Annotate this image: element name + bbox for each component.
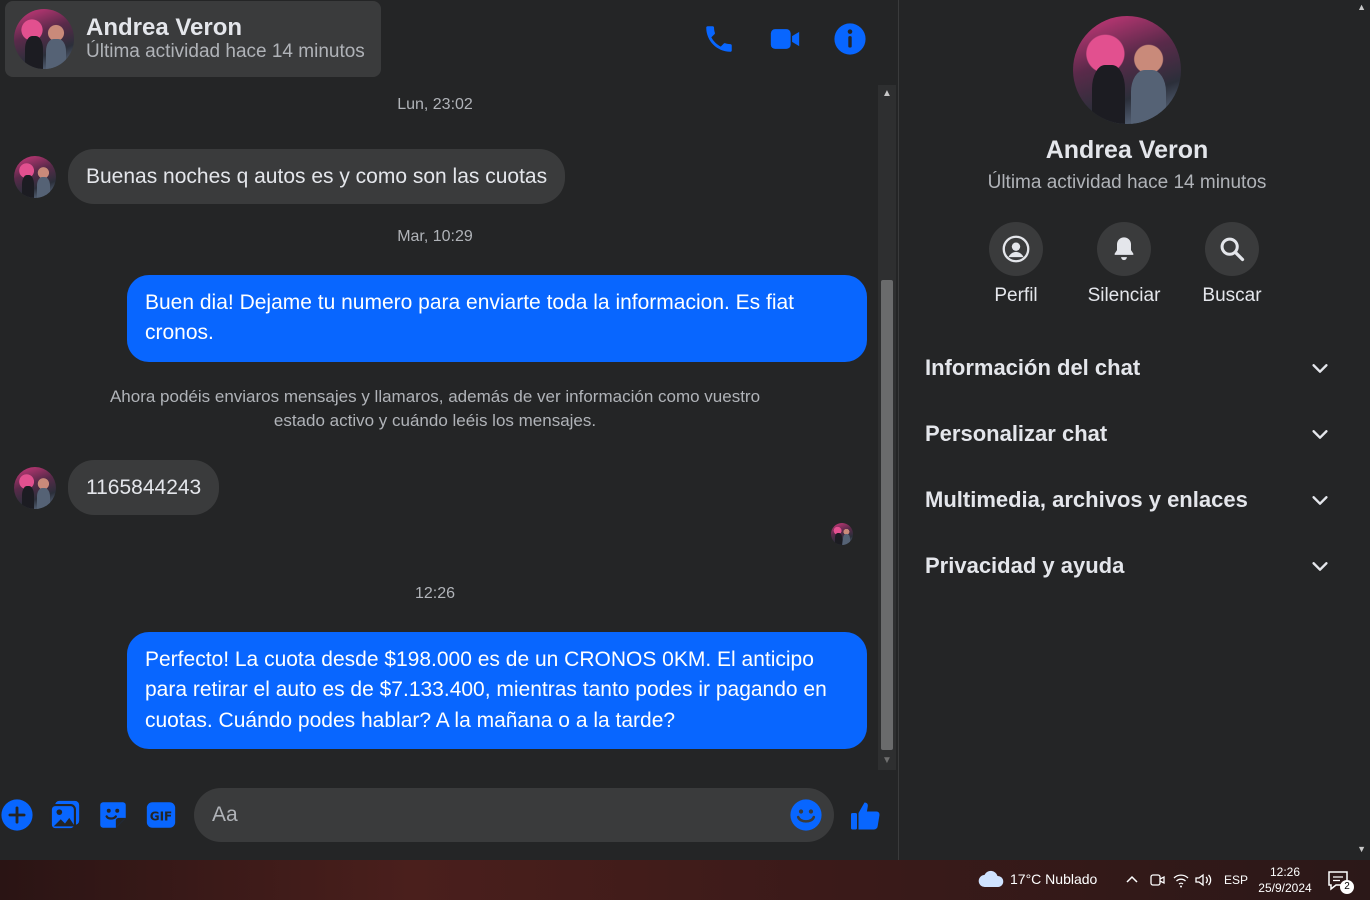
- seen-indicator-avatar: [831, 523, 853, 545]
- chevron-down-icon: [1312, 496, 1328, 505]
- contact-header-button[interactable]: Andrea Veron Última actividad hace 14 mi…: [5, 1, 381, 77]
- chevron-up-icon[interactable]: [1124, 871, 1140, 889]
- mute-icon-circle: [1097, 222, 1151, 276]
- sticker-icon[interactable]: [96, 798, 130, 832]
- incoming-message[interactable]: Buenas noches q autos es y como son las …: [68, 149, 566, 205]
- chevron-down-icon: [1312, 364, 1328, 373]
- timestamp: Mar, 10:29: [397, 228, 473, 245]
- composer: GIF: [0, 770, 898, 860]
- profile-label: Perfil: [994, 285, 1038, 306]
- timestamp: Lun, 23:02: [397, 96, 473, 113]
- scroll-down-arrow-icon[interactable]: ▼: [878, 752, 896, 770]
- scroll-up-arrow-icon[interactable]: ▲: [878, 85, 896, 103]
- contact-status: Última actividad hace 14 minutos: [86, 41, 365, 63]
- section-chat-info[interactable]: Información del chat: [909, 341, 1345, 395]
- video-call-icon[interactable]: [768, 22, 802, 56]
- contact-name: Andrea Veron: [86, 13, 243, 41]
- scroll-up-arrow-icon[interactable]: ▲: [1357, 2, 1366, 12]
- clock-date: 25/9/2024: [1258, 881, 1312, 895]
- avatar: [14, 466, 56, 509]
- cloud-icon: [978, 870, 1004, 888]
- outgoing-message[interactable]: Perfecto! La cuota desde $198.000 es de …: [127, 632, 867, 750]
- chevron-down-icon: [1312, 562, 1328, 571]
- message-input[interactable]: [194, 788, 834, 842]
- meet-now-icon[interactable]: [1148, 871, 1166, 889]
- incoming-message[interactable]: 1165844243: [68, 460, 220, 516]
- clock[interactable]: 12:26 25/9/2024: [1252, 864, 1318, 896]
- chevron-down-icon: [1312, 430, 1328, 439]
- incoming-message-row: 1165844243: [14, 460, 220, 516]
- contact-info: Andrea Veron Última actividad hace 14 mi…: [86, 13, 365, 63]
- weather-text: 17°C Nublado: [1010, 871, 1098, 887]
- scroll-thumb[interactable]: [881, 280, 893, 750]
- volume-icon[interactable]: [1194, 871, 1214, 889]
- profile-name: Andrea Veron: [1045, 136, 1209, 164]
- incoming-message-row: Buenas noches q autos es y como son las …: [14, 149, 566, 205]
- scroll-down-arrow-icon[interactable]: ▼: [1357, 844, 1366, 854]
- language-indicator[interactable]: ESP: [1224, 873, 1248, 887]
- mute-label: Silenciar: [1087, 285, 1161, 306]
- section-label: Personalizar chat: [925, 421, 1108, 446]
- profile-avatar[interactable]: [1073, 16, 1181, 124]
- user-icon: [1002, 235, 1030, 263]
- chat-header: Andrea Veron Última actividad hace 14 mi…: [0, 0, 898, 85]
- bell-icon: [1114, 237, 1134, 261]
- chat-pane: Andrea Veron Última actividad hace 14 mi…: [0, 0, 898, 860]
- section-customize-chat[interactable]: Personalizar chat: [909, 407, 1345, 461]
- windows-taskbar: 17°C Nublado ESP 12:26 25/9/2024 2: [0, 860, 1370, 900]
- conversation-info-pane: ▲ Andrea Veron Última actividad hace 14 …: [898, 0, 1370, 860]
- mute-button[interactable]: Silenciar: [1074, 222, 1174, 307]
- search-icon-circle: [1205, 222, 1259, 276]
- profile-status: Última actividad hace 14 minutos: [987, 172, 1267, 193]
- clock-time: 12:26: [1269, 865, 1301, 879]
- timestamp: 12:26: [414, 585, 456, 602]
- system-note: Ahora podéis enviaros mensajes y llamaro…: [109, 387, 761, 430]
- avatar: [14, 155, 56, 198]
- plus-icon[interactable]: [0, 798, 34, 832]
- section-privacy-help[interactable]: Privacidad y ayuda: [909, 539, 1345, 593]
- search-button[interactable]: Buscar: [1182, 222, 1282, 307]
- info-icon[interactable]: [833, 22, 867, 56]
- section-media-files-links[interactable]: Multimedia, archivos y enlaces: [909, 473, 1345, 527]
- outgoing-message[interactable]: Buen dia! Dejame tu numero para enviarte…: [127, 275, 867, 362]
- message-list: Lun, 23:02 Buenas noches q autos es y co…: [0, 85, 878, 770]
- thumbs-up-icon[interactable]: [848, 798, 884, 834]
- weather-widget[interactable]: 17°C Nublado: [978, 870, 1097, 888]
- section-label: Privacidad y ayuda: [925, 553, 1125, 578]
- message-scrollbar[interactable]: ▲ ▼: [878, 85, 896, 770]
- svg-text:GIF: GIF: [150, 810, 173, 824]
- image-icon[interactable]: [48, 798, 82, 832]
- avatar: [14, 9, 74, 69]
- section-label: Multimedia, archivos y enlaces: [925, 487, 1248, 512]
- wifi-icon[interactable]: [1172, 871, 1190, 889]
- search-label: Buscar: [1202, 285, 1262, 306]
- notification-count-badge: 2: [1340, 880, 1354, 894]
- search-icon: [1220, 237, 1245, 262]
- profile-button[interactable]: Perfil: [966, 222, 1066, 307]
- emoji-icon[interactable]: [789, 798, 823, 832]
- section-label: Información del chat: [925, 355, 1141, 380]
- messenger-window: Andrea Veron Última actividad hace 14 mi…: [0, 0, 1370, 900]
- gif-icon[interactable]: GIF: [144, 798, 178, 832]
- profile-icon-circle: [989, 222, 1043, 276]
- phone-icon[interactable]: [702, 22, 736, 56]
